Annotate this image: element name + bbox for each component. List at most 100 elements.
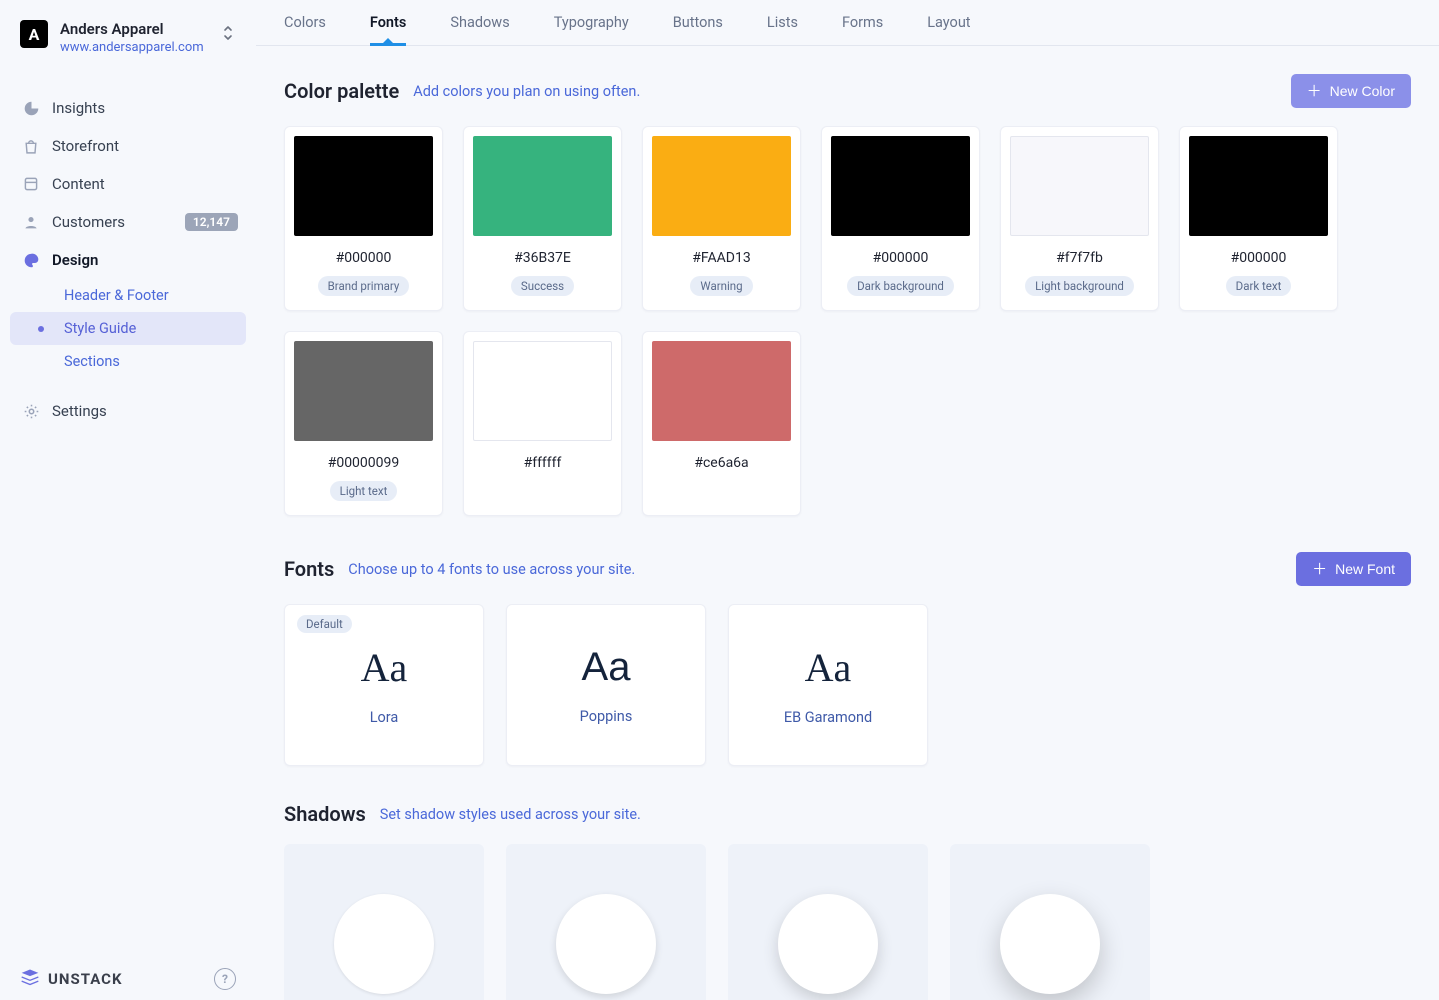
content-scroll: Color palette Add colors you plan on usi… — [256, 46, 1439, 1000]
color-tag: Dark text — [1226, 276, 1292, 296]
shadows-sub: Set shadow styles used across your site. — [380, 806, 641, 823]
pie-icon — [20, 100, 42, 117]
color-hex: #36B37E — [473, 250, 612, 266]
colors-section-head: Color palette Add colors you plan on usi… — [284, 74, 1411, 108]
site-url: www.andersapparel.com — [60, 40, 204, 55]
tab-fonts[interactable]: Fonts — [370, 14, 406, 45]
color-card[interactable]: #000000 Dark text — [1179, 126, 1338, 311]
tab-shadows[interactable]: Shadows — [450, 14, 509, 45]
colors-title: Color palette — [284, 79, 399, 103]
color-grid: #000000 Brand primary #36B37E Success #FAAD1… — [284, 126, 1411, 516]
nav-settings[interactable]: Settings — [0, 392, 256, 430]
color-hex: #ffffff — [473, 455, 612, 471]
shadow-card[interactable] — [284, 844, 484, 1000]
new-font-button[interactable]: ＋ New Font — [1296, 552, 1411, 586]
shadow-card[interactable] — [950, 844, 1150, 1000]
sidebar: A Anders Apparel www.andersapparel.com I… — [0, 0, 256, 1000]
tab-layout[interactable]: Layout — [927, 14, 970, 45]
colors-sub: Add colors you plan on using often. — [413, 83, 640, 100]
nav-label: Customers — [52, 213, 125, 231]
nav-insights[interactable]: Insights — [0, 89, 256, 127]
stack-icon — [20, 968, 40, 990]
color-card[interactable]: #36B37E Success — [463, 126, 622, 311]
font-sample: Aa — [805, 644, 852, 691]
color-hex: #000000 — [1189, 250, 1328, 266]
fonts-sub: Choose up to 4 fonts to use across your … — [348, 561, 635, 578]
tab-typography[interactable]: Typography — [554, 14, 629, 45]
help-icon[interactable]: ? — [214, 968, 236, 990]
color-swatch — [473, 136, 612, 236]
color-tag: Brand primary — [318, 276, 410, 296]
color-swatch — [294, 341, 433, 441]
shadow-card[interactable] — [506, 844, 706, 1000]
fonts-title: Fonts — [284, 557, 334, 581]
color-swatch — [1010, 136, 1149, 236]
color-swatch — [652, 341, 791, 441]
sidebar-footer: UNSTACK ? — [0, 968, 256, 990]
color-tag: Success — [511, 276, 574, 296]
button-label: New Color — [1330, 83, 1395, 99]
nav-label: Design — [52, 251, 98, 269]
button-label: New Font — [1335, 561, 1395, 577]
color-hex: #f7f7fb — [1010, 250, 1149, 266]
plus-icon: ＋ — [1307, 84, 1322, 99]
gear-icon — [20, 403, 42, 420]
plus-icon: ＋ — [1312, 562, 1327, 577]
nav-content[interactable]: Content — [0, 165, 256, 203]
color-swatch — [1189, 136, 1328, 236]
color-swatch — [831, 136, 970, 236]
font-card[interactable]: Aa Poppins — [506, 604, 706, 766]
color-card[interactable]: #FAAD13Warning — [642, 126, 801, 311]
site-switcher[interactable]: A Anders Apparel www.andersapparel.com — [0, 20, 256, 73]
style-tabs: Colors Fonts Shadows Typography Buttons … — [256, 0, 1439, 46]
color-tag: Light text — [330, 481, 398, 501]
color-card[interactable]: #00000099 Light text — [284, 331, 443, 516]
color-hex: #000000 — [294, 250, 433, 266]
design-subnav: Header & Footer Style Guide Sections — [0, 279, 256, 378]
shadow-card[interactable] — [728, 844, 928, 1000]
subnav-header-footer[interactable]: Header & Footer — [10, 279, 246, 312]
color-card[interactable]: #000000 Brand primary — [284, 126, 443, 311]
nav-storefront[interactable]: Storefront — [0, 127, 256, 165]
color-card[interactable]: #000000Dark background — [821, 126, 980, 311]
subnav-sections[interactable]: Sections — [10, 345, 246, 378]
new-color-button[interactable]: ＋ New Color — [1291, 74, 1411, 108]
font-card[interactable]: Aa EB Garamond — [728, 604, 928, 766]
color-card[interactable]: #ffffff — [463, 331, 622, 516]
shadow-grid — [284, 844, 1411, 1000]
fonts-section-head: Fonts Choose up to 4 fonts to use across… — [284, 552, 1411, 586]
tab-colors[interactable]: Colors — [284, 14, 326, 45]
shadows-title: Shadows — [284, 802, 366, 826]
font-sample: Aa — [361, 644, 408, 691]
customers-count-badge: 12,147 — [185, 213, 238, 231]
color-hex: #000000 — [831, 250, 970, 266]
shadows-section-head: Shadows Set shadow styles used across yo… — [284, 802, 1411, 826]
bag-icon — [20, 138, 42, 155]
tab-forms[interactable]: Forms — [842, 14, 883, 45]
nav-label: Settings — [52, 402, 107, 420]
font-name: EB Garamond — [784, 709, 872, 726]
color-hex: #ce6a6a — [652, 455, 791, 471]
color-card[interactable]: #ce6a6a — [642, 331, 801, 516]
color-swatch — [473, 341, 612, 441]
color-hex: #00000099 — [294, 455, 433, 471]
font-name: Poppins — [580, 708, 633, 725]
nav-design[interactable]: Design — [0, 241, 256, 279]
font-card[interactable]: Default Aa Lora — [284, 604, 484, 766]
font-sample: Aa — [582, 645, 631, 690]
primary-nav: Insights Storefront Content Customers 12… — [0, 73, 256, 430]
nav-label: Insights — [52, 99, 105, 117]
tab-lists[interactable]: Lists — [767, 14, 798, 45]
color-card[interactable]: #f7f7fbLight background — [1000, 126, 1159, 311]
tab-buttons[interactable]: Buttons — [673, 14, 723, 45]
brand-logo[interactable]: UNSTACK — [20, 968, 123, 990]
shadow-preview — [334, 894, 434, 994]
nav-customers[interactable]: Customers 12,147 — [0, 203, 256, 241]
brand-name: UNSTACK — [48, 970, 123, 988]
font-name: Lora — [370, 709, 399, 726]
main: Colors Fonts Shadows Typography Buttons … — [256, 0, 1439, 1000]
default-tag: Default — [297, 615, 352, 633]
user-icon — [20, 214, 42, 230]
subnav-style-guide[interactable]: Style Guide — [10, 312, 246, 345]
palette-icon — [20, 252, 42, 269]
